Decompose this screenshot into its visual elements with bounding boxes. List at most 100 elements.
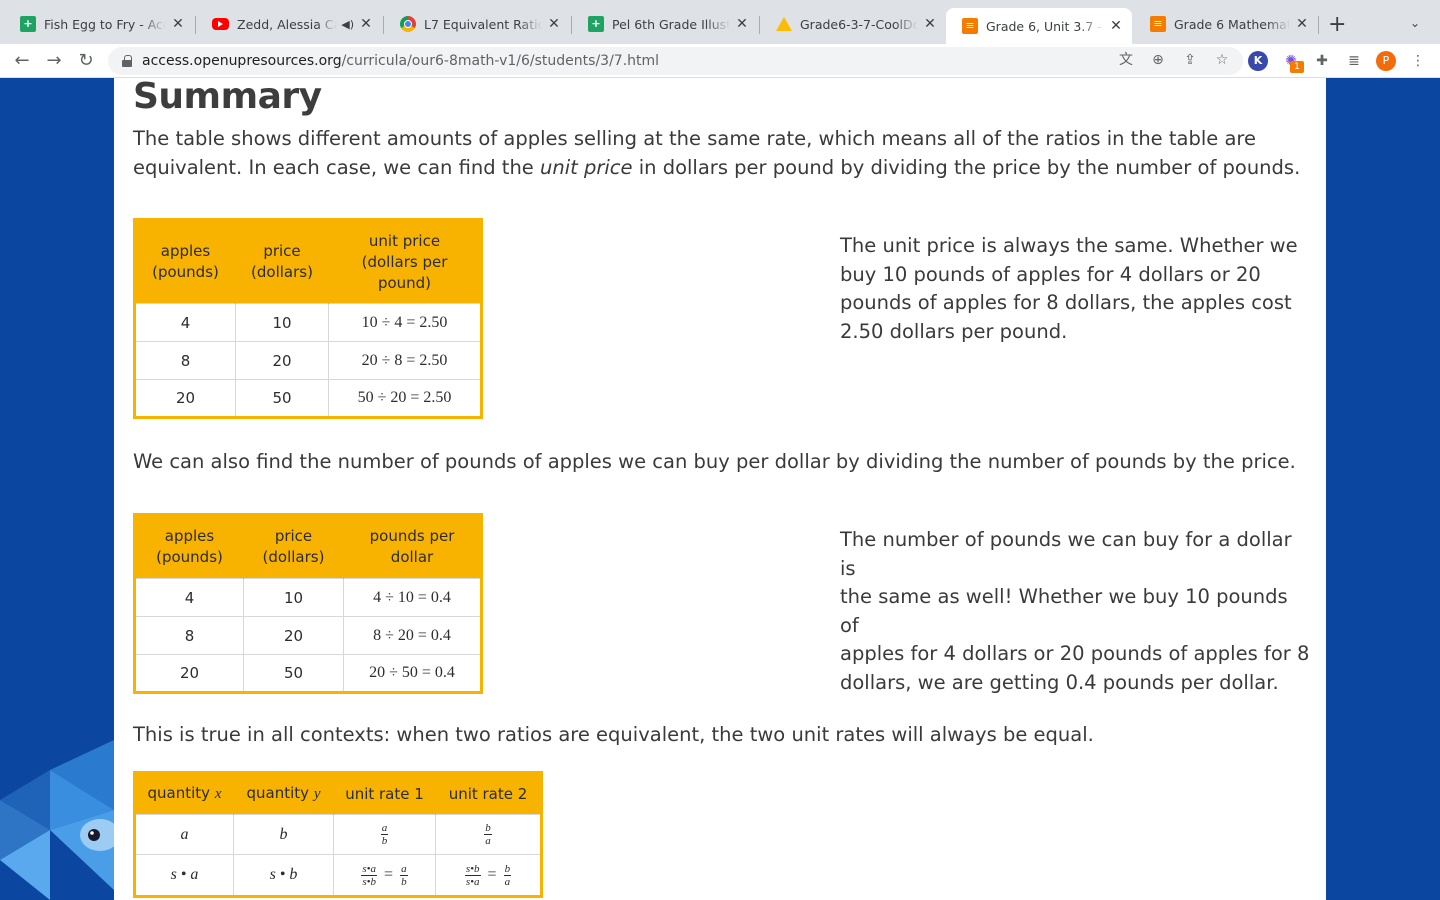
cell-unit-price: 10 ÷ 4 = 2.50 xyxy=(328,303,482,342)
intro-line-1: The table shows different amounts of app… xyxy=(133,127,1256,150)
cell-unit-rate-1: ab xyxy=(333,814,436,855)
cell-apples: 4 xyxy=(134,578,244,617)
explanation-line: pounds of apples for 8 dollars, the appl… xyxy=(840,291,1292,314)
cell-apples: 8 xyxy=(134,341,236,380)
intro-text-b: in dollars per pound by dividing the pri… xyxy=(632,155,1301,179)
header-price: price (dollars) xyxy=(235,219,329,304)
tab-pel-6th-grade[interactable]: + Pel 6th Grade Illustrat ✕ xyxy=(572,9,758,39)
fraction: ab xyxy=(400,862,408,888)
cell-apples: 20 xyxy=(134,379,236,418)
cell-price: 20 xyxy=(235,341,329,380)
chrome-icon xyxy=(400,16,416,32)
forward-arrow-icon[interactable]: → xyxy=(42,49,66,73)
address-bar[interactable]: access.openupresources.org/curricula/our… xyxy=(108,47,1243,75)
table-row: a b ab ba xyxy=(134,814,542,855)
explanation-line: The number of pounds we can buy for a do… xyxy=(840,528,1292,580)
explanation-line: the same as well! Whether we buy 10 poun… xyxy=(840,585,1288,637)
header-unit-rate-2: unit rate 2 xyxy=(435,772,542,815)
intro-paragraph: The table shows different amounts of app… xyxy=(133,125,1300,182)
fraction: s•b s•a xyxy=(464,862,481,888)
fraction: ba xyxy=(503,862,512,888)
open-up-resources-icon: ≡ xyxy=(1150,16,1166,32)
extensions-puzzle-icon[interactable]: ✚ xyxy=(1312,51,1332,71)
cell-unit-price: 20 ÷ 8 = 2.50 xyxy=(328,341,482,380)
speaker-icon[interactable]: ◀) xyxy=(341,18,354,31)
table-header-row: apples (pounds) price (dollars) unit price… xyxy=(134,219,482,304)
url-host: access.openupresources.org xyxy=(142,53,342,69)
share-icon[interactable]: ⇪ xyxy=(1181,51,1199,69)
table-header-row: apples (pounds) price (dollars) pounds per… xyxy=(134,514,482,579)
fraction: s•a s•b xyxy=(361,862,378,888)
pounds-per-dollar-paragraph: We can also find the number of pounds of… xyxy=(133,450,1296,473)
profile-avatar[interactable]: P xyxy=(1376,51,1396,71)
header-apples: apples (pounds) xyxy=(134,514,244,579)
reload-icon[interactable]: ↻ xyxy=(74,49,98,73)
tab-title: Grade 6, Unit 3.7 - Op xyxy=(986,18,1104,34)
tab-grade6-cooldown[interactable]: Grade6-3-7-CoolDow ✕ xyxy=(760,9,946,39)
cell-price: 50 xyxy=(243,654,344,693)
open-up-resources-icon: ≡ xyxy=(962,18,978,34)
cell-quantity-x: a xyxy=(134,814,234,855)
close-icon[interactable]: ✕ xyxy=(1294,16,1310,32)
close-icon[interactable]: ✕ xyxy=(546,16,562,32)
new-tab-button[interactable]: + xyxy=(1328,12,1346,37)
general-unit-rate-table: quantity x quantity y unit rate 1 unit r… xyxy=(133,771,543,898)
cell-unit-rate-2: s•b s•a = b a xyxy=(435,854,542,897)
google-sheets-icon: + xyxy=(588,16,604,32)
equals-sign: = xyxy=(384,866,394,883)
tab-l7-equivalent-ratios[interactable]: L7 Equivalent Ratios H ✕ xyxy=(384,9,570,39)
cell-unit-rate-1: s•a s•b = a b xyxy=(333,854,436,897)
table-row: 8 20 8 ÷ 20 = 0.4 xyxy=(134,616,482,655)
lesson-content: Summary The table shows different amount… xyxy=(114,78,1326,900)
url-path: /curricula/our6-8math-v1/6/students/3/7.… xyxy=(341,53,660,69)
intro-line-2: equivalent. In each case, we can find th… xyxy=(133,154,1300,183)
tab-fish-egg-to-fry[interactable]: + Fish Egg to Fry - Acce ✕ xyxy=(4,9,194,39)
tab-zedd-alessia[interactable]: Zedd, Alessia Car ◀) ✕ xyxy=(196,9,382,39)
close-icon[interactable]: ✕ xyxy=(922,16,938,32)
tab-grade6-mathematics[interactable]: ≡ Grade 6 Mathematics ✕ xyxy=(1134,9,1318,39)
cell-pounds-per-dollar: 8 ÷ 20 = 0.4 xyxy=(343,616,482,655)
close-icon[interactable]: ✕ xyxy=(358,16,374,32)
cell-quantity-y: s • b xyxy=(233,854,334,897)
table-row: 20 50 50 ÷ 20 = 2.50 xyxy=(134,379,482,418)
cell-unit-rate-2: ba xyxy=(435,814,542,855)
close-icon[interactable]: ✕ xyxy=(170,16,186,32)
browser-tab-strip: + Fish Egg to Fry - Acce ✕ Zedd, Alessia… xyxy=(0,0,1440,44)
zoom-icon[interactable]: ⊕ xyxy=(1149,51,1167,69)
cell-unit-price: 50 ÷ 20 = 2.50 xyxy=(328,379,482,418)
header-pounds-per-dollar: pounds per dollar xyxy=(343,514,482,579)
header-unit-rate-1: unit rate 1 xyxy=(333,772,436,815)
unit-price-table: apples (pounds) price (dollars) unit price… xyxy=(133,218,483,419)
close-icon[interactable]: ✕ xyxy=(734,16,750,32)
explanation-line: The unit price is always the same. Wheth… xyxy=(840,234,1298,257)
header-price: price (dollars) xyxy=(243,514,344,579)
media-control-icon[interactable]: ≣ xyxy=(1344,51,1364,71)
header-quantity-x: quantity x xyxy=(134,772,234,815)
cell-price: 10 xyxy=(243,578,344,617)
tab-title: L7 Equivalent Ratios H xyxy=(424,16,542,32)
menu-kebab-icon[interactable]: ⋮ xyxy=(1408,51,1428,71)
cell-price: 10 xyxy=(235,303,329,342)
header-unit-price: unit price (dollars per pound) xyxy=(328,219,482,304)
cell-pounds-per-dollar: 4 ÷ 10 = 0.4 xyxy=(343,578,482,617)
explanation-line: 2.50 dollars per pound. xyxy=(840,319,1068,343)
tab-title: Grade 6 Mathematics xyxy=(1174,16,1290,32)
back-arrow-icon[interactable]: ← xyxy=(10,49,34,73)
tab-search-chevron-icon[interactable]: ⌄ xyxy=(1410,16,1420,30)
translate-icon[interactable]: 文 xyxy=(1117,51,1135,69)
lock-icon[interactable] xyxy=(122,55,132,67)
fraction: ab xyxy=(380,822,389,847)
tab-separator xyxy=(1318,16,1319,34)
pounds-per-dollar-explanation: The number of pounds we can buy for a do… xyxy=(840,526,1310,697)
close-icon[interactable]: ✕ xyxy=(1108,18,1124,34)
table-header-row: quantity x quantity y unit rate 1 unit r… xyxy=(134,772,542,815)
extension-badge: 1 xyxy=(1290,61,1304,73)
kami-extension-icon[interactable]: K xyxy=(1248,51,1268,71)
tab-grade6-unit37-active[interactable]: ≡ Grade 6, Unit 3.7 - Op ✕ xyxy=(946,8,1132,44)
summary-heading: Summary xyxy=(133,78,322,117)
cell-apples: 8 xyxy=(134,616,244,655)
tab-title: Zedd, Alessia Car xyxy=(237,16,338,32)
header-quantity-y: quantity y xyxy=(233,772,334,815)
bookmark-star-icon[interactable]: ☆ xyxy=(1213,51,1231,69)
explanation-line: buy 10 pounds of apples for 4 dollars or… xyxy=(840,262,1261,286)
